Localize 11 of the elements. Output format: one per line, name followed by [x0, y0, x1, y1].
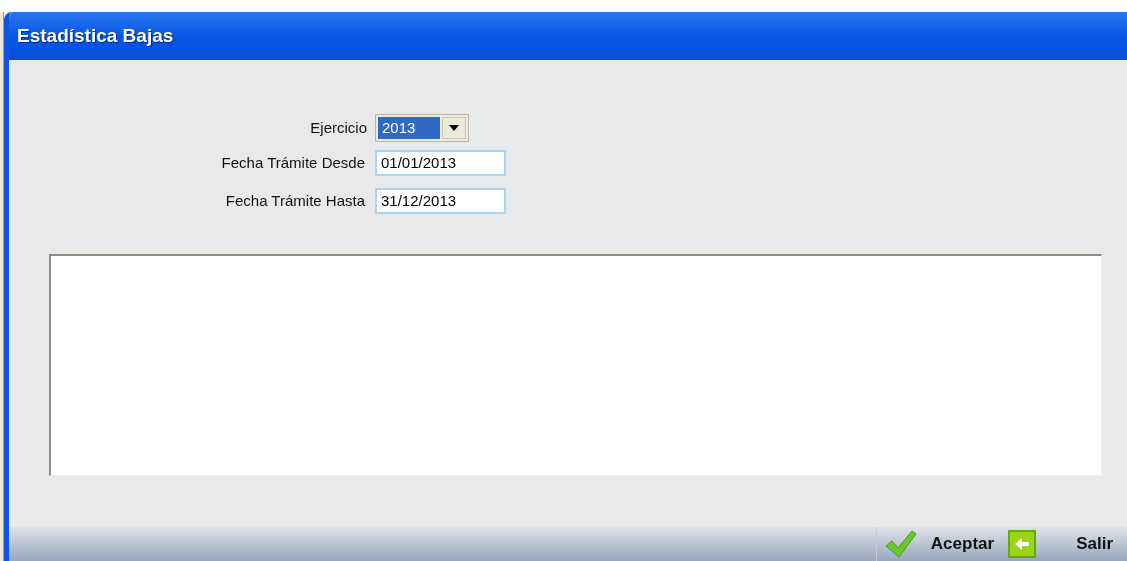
accept-button[interactable]: Aceptar: [884, 527, 1009, 561]
field-label: Fecha Trámite Desde: [220, 152, 366, 173]
checkmark-icon: [884, 530, 917, 558]
caret-icon: [442, 117, 466, 139]
year-dropdown[interactable]: 2013: [375, 114, 469, 142]
field-label: Fecha Trámite Hasta: [224, 190, 366, 211]
field-label: Ejercicio: [309, 117, 368, 138]
date-field[interactable]: 31/12/2013: [375, 188, 506, 214]
window-title: Estadística Bajas: [17, 23, 174, 48]
exit-button[interactable]: Salir: [1008, 527, 1127, 561]
date-field[interactable]: 01/01/2013: [375, 150, 506, 176]
